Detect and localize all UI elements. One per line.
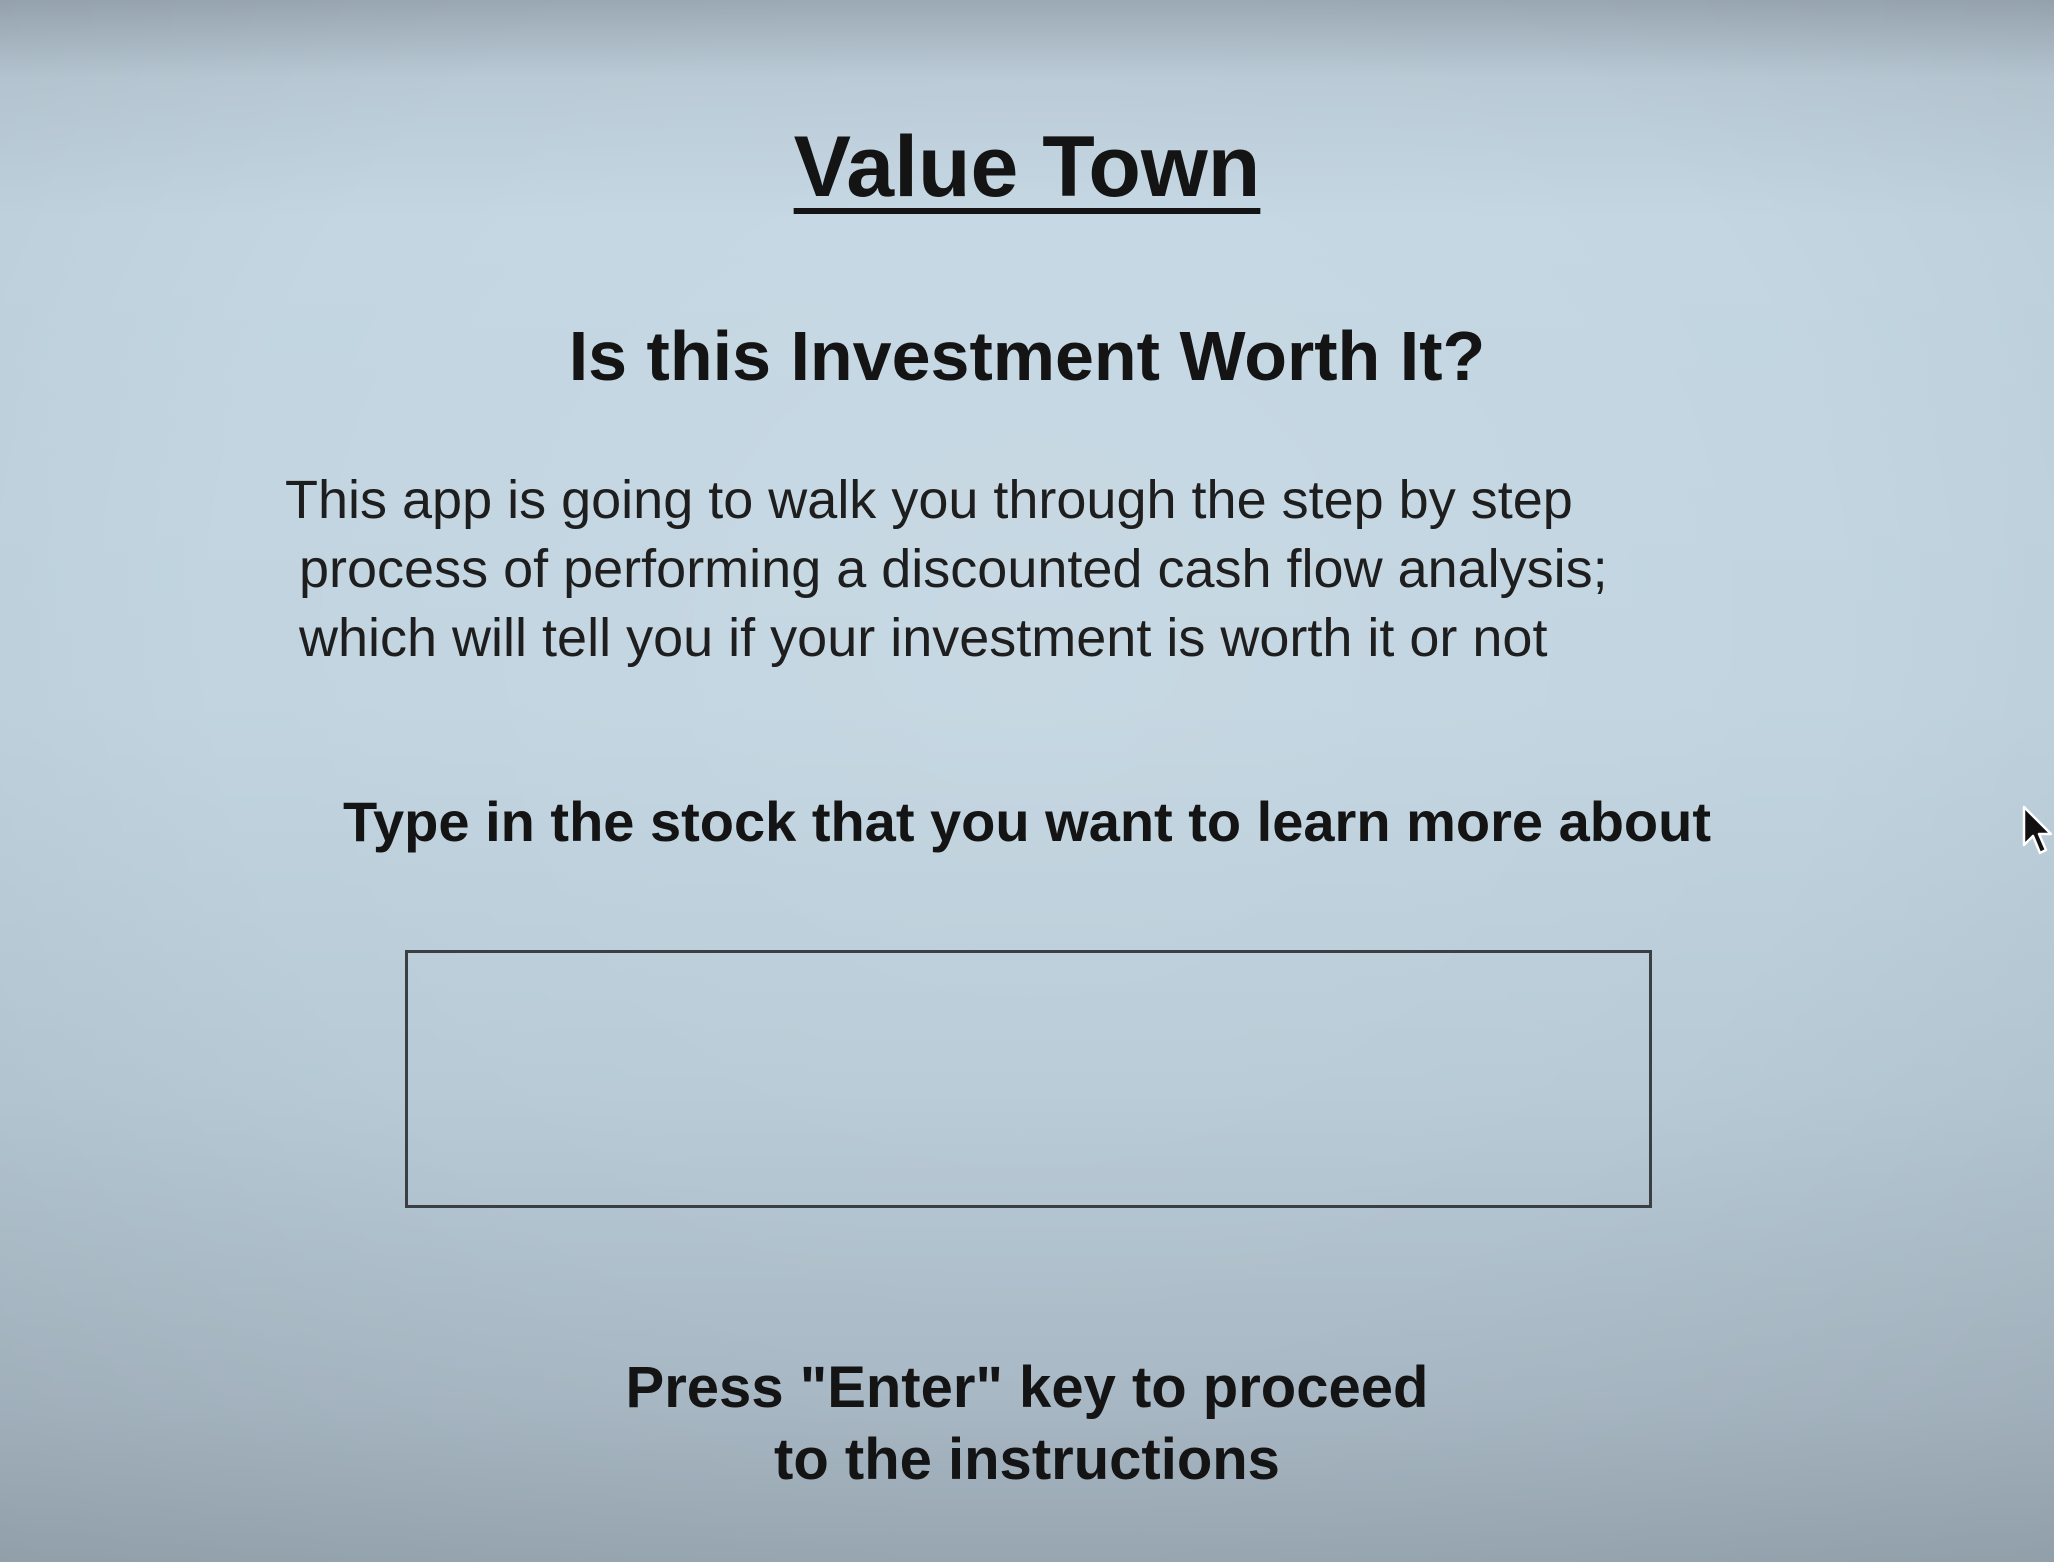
description-line: which will tell you if your investment i… xyxy=(299,608,1548,668)
mouse-pointer-icon xyxy=(2022,805,2053,855)
background-vignette xyxy=(0,0,2054,1562)
description: This app is going to walk you through th… xyxy=(285,466,1805,673)
app-title: Value Town xyxy=(793,119,1261,215)
instructions-line: to the instructions xyxy=(774,1427,1280,1492)
enter-instructions: Press "Enter" key to proceed to the inst… xyxy=(0,1352,2054,1496)
description-line: process of performing a discounted cash … xyxy=(299,539,1608,599)
stock-prompt-label: Type in the stock that you want to learn… xyxy=(342,790,1711,853)
description-line: This app is going to walk you through th… xyxy=(285,470,1573,530)
instructions-line: Press "Enter" key to proceed xyxy=(625,1355,1429,1420)
page-subtitle: Is this Investment Worth It? xyxy=(568,317,1486,395)
stock-ticker-input[interactable] xyxy=(405,950,1652,1208)
